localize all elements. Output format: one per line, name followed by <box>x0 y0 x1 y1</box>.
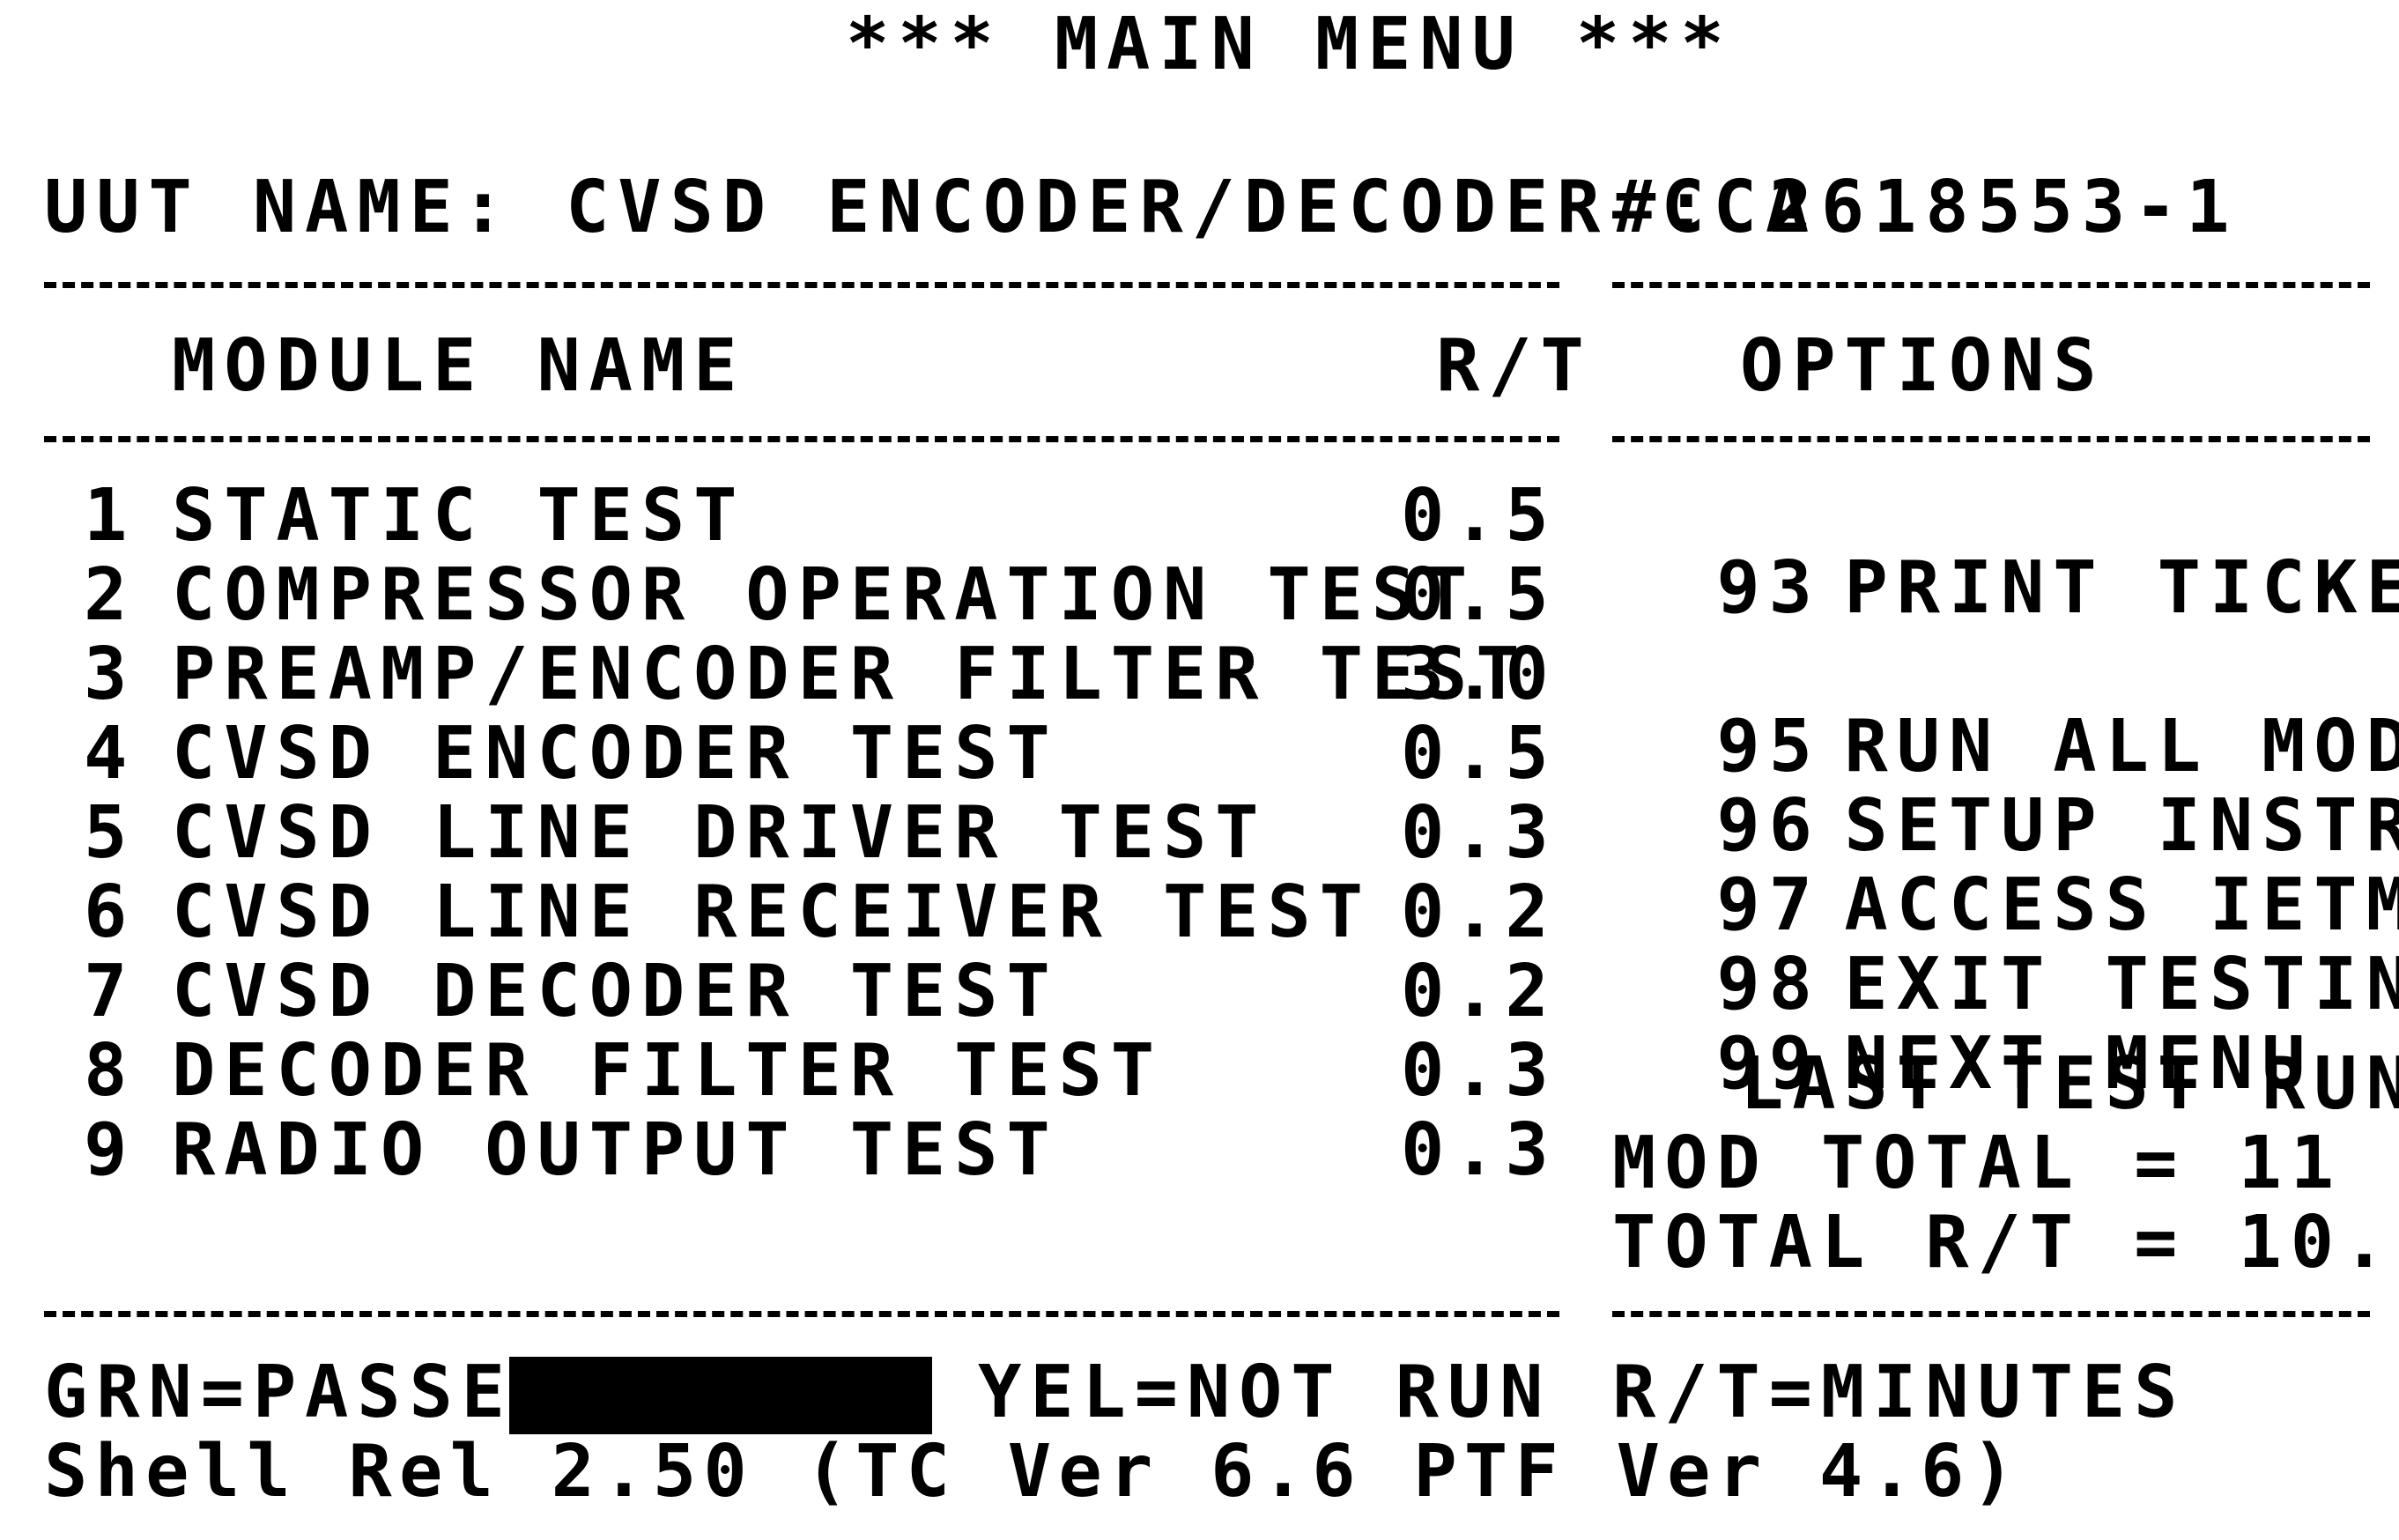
module-rt: 3.0 <box>1401 633 1558 716</box>
option-label: PRINT TICKET <box>1844 546 2399 630</box>
module-rt: 0.3 <box>1401 1029 1558 1113</box>
uut-number: #: 2618553-1 <box>1612 166 2239 249</box>
divider-header-left <box>44 436 1559 442</box>
mod-total: MOD TOTAL = 11 <box>1612 1122 2343 1205</box>
shell-version: Shell Rel 2.50 (TC Ver 6.6 PTF Ver 4.6) <box>44 1430 2023 1514</box>
module-number: 7 <box>84 950 137 1033</box>
uut-name: UUT NAME: CVSD ENCODER/DECODER CCA <box>44 166 1818 249</box>
legend-rt-units: R/T=MINUTES <box>1612 1351 2187 1434</box>
module-rt: 0.5 <box>1401 553 1558 637</box>
divider-top-left <box>44 282 1559 288</box>
module-name: CVSD DECODER TEST <box>172 950 1059 1033</box>
module-name: CVSD ENCODER TEST <box>172 712 1059 796</box>
last-test-run-label: LAST TEST RUN <box>1740 1042 2399 1126</box>
header-rt: R/T <box>1436 324 1593 408</box>
module-number: 5 <box>84 791 137 875</box>
module-name: PREAMP/ENCODER FILTER TEST <box>172 633 1529 716</box>
module-name: STATIC TEST <box>172 474 746 558</box>
module-rt: 0.3 <box>1401 1108 1558 1192</box>
legend-green-passed: GRN=PASSED <box>44 1351 566 1434</box>
option-print-ticket[interactable]: 93PRINT TICKET <box>1612 480 2399 625</box>
divider-bottom-right <box>1612 1311 2370 1317</box>
module-rt: 0.5 <box>1401 474 1558 558</box>
total-rt: TOTAL R/T = 10.0 <box>1612 1201 2399 1285</box>
module-number: 9 <box>84 1108 137 1192</box>
divider-header-right <box>1612 436 2370 442</box>
module-number: 4 <box>84 712 137 796</box>
menu-title: *** MAIN MENU *** <box>846 3 1733 86</box>
legend-redacted-bar <box>509 1357 932 1434</box>
module-number: 3 <box>84 633 137 716</box>
module-name: DECODER FILTER TEST <box>172 1029 1163 1113</box>
module-name: CVSD LINE DRIVER TEST <box>172 791 1268 875</box>
module-number: 1 <box>84 474 137 558</box>
legend-yellow-not-run: YEL=NOT RUN <box>978 1351 1552 1434</box>
option-number: 93 <box>1716 546 1821 630</box>
module-name: RADIO OUTPUT TEST <box>172 1108 1059 1192</box>
header-options: OPTIONS <box>1740 324 2106 408</box>
divider-bottom-left <box>44 1311 1559 1317</box>
module-name: CVSD LINE RECEIVER TEST <box>172 870 1372 954</box>
module-number: 8 <box>84 1029 137 1113</box>
module-rt: 0.3 <box>1401 791 1558 875</box>
module-name: COMPRESSOR OPERATION TEST <box>172 553 1477 637</box>
module-number: 2 <box>84 553 137 637</box>
divider-top-right <box>1612 282 2370 288</box>
module-rt: 0.2 <box>1401 950 1558 1033</box>
header-module-name: MODULE NAME <box>172 324 746 408</box>
module-rt: 0.5 <box>1401 712 1558 796</box>
module-rt: 0.2 <box>1401 870 1558 954</box>
module-number: 6 <box>84 870 137 954</box>
